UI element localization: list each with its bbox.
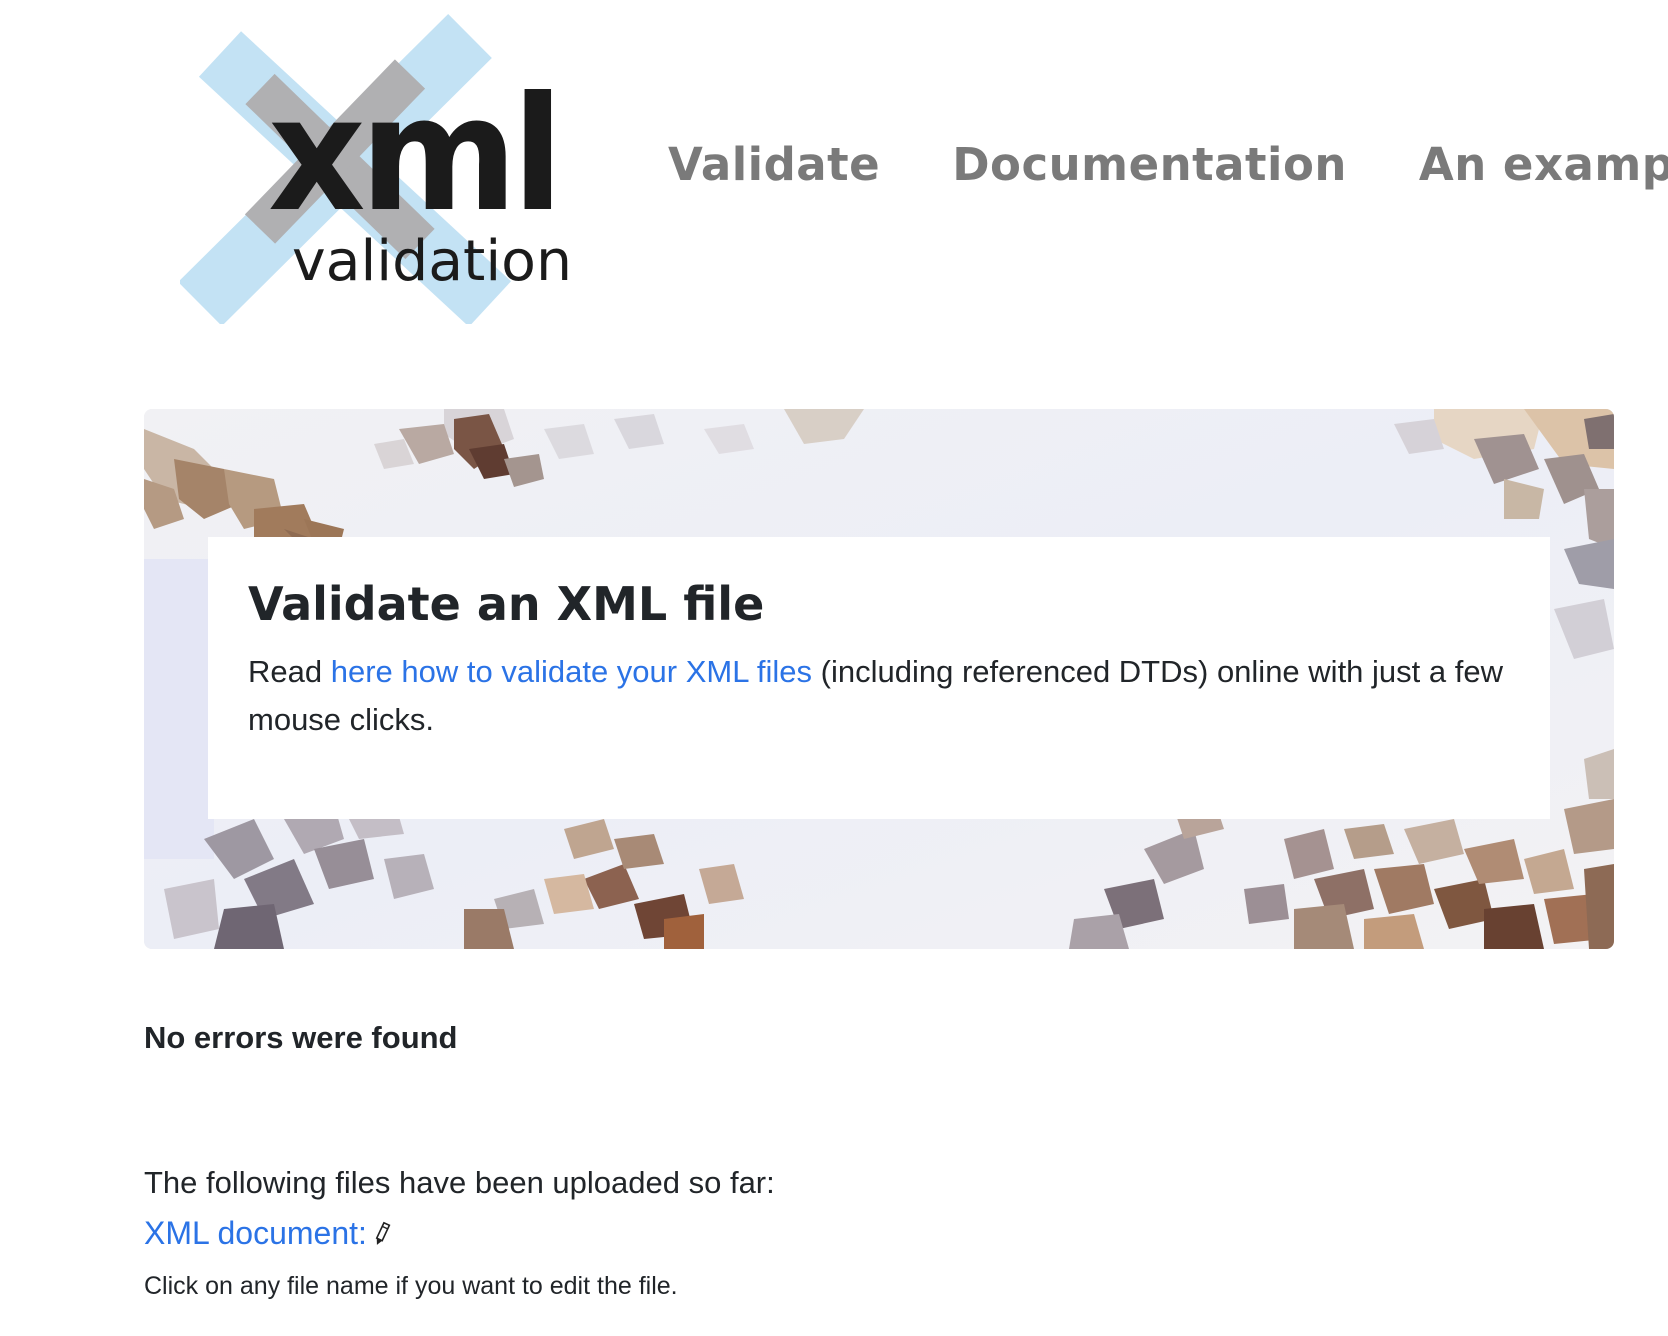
edit-hint: Click on any file name if you want to ed… [144,1272,678,1300]
main-nav: Validate Documentation An example [668,138,1668,191]
uploaded-files-intro: The following files have been uploaded s… [144,1165,775,1200]
pencil-icon [375,1221,391,1245]
hero-description: Read here how to validate your XML files… [248,648,1510,744]
xml-document-file-link[interactable]: XML document: [144,1215,393,1252]
logo-subtitle: validation [292,229,572,294]
nav-documentation[interactable]: Documentation [952,138,1347,191]
logo-wordmark: xml [268,63,558,247]
hero-text-before: Read [248,654,331,690]
site-logo[interactable]: xml validation [180,14,590,324]
xml-validation-logo: xml validation [180,14,572,324]
hero-banner: Validate an XML file Read here how to va… [144,409,1614,949]
nav-validate[interactable]: Validate [668,138,880,191]
validation-status: No errors were found [144,1020,458,1055]
hero-card: Validate an XML file Read here how to va… [208,537,1550,819]
file-link-label: XML document: [144,1215,367,1251]
page-title: Validate an XML file [248,577,765,631]
nav-an-example[interactable]: An example [1419,138,1668,191]
how-to-validate-link[interactable]: here how to validate your XML files [331,654,812,689]
